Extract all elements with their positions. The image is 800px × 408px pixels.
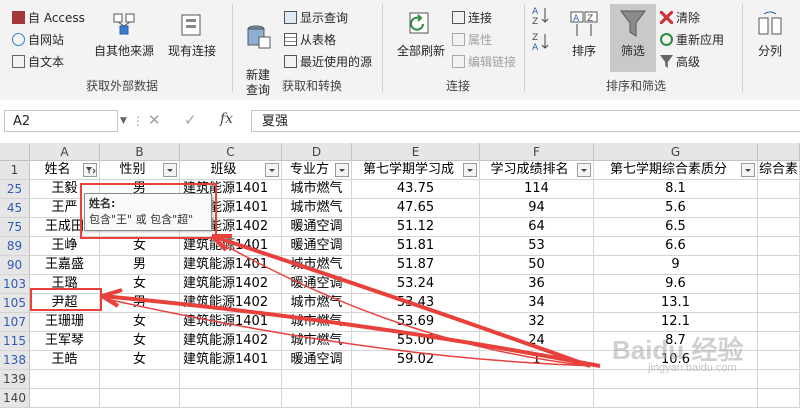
- watermark-url: jingyan.baidu.com: [648, 362, 737, 374]
